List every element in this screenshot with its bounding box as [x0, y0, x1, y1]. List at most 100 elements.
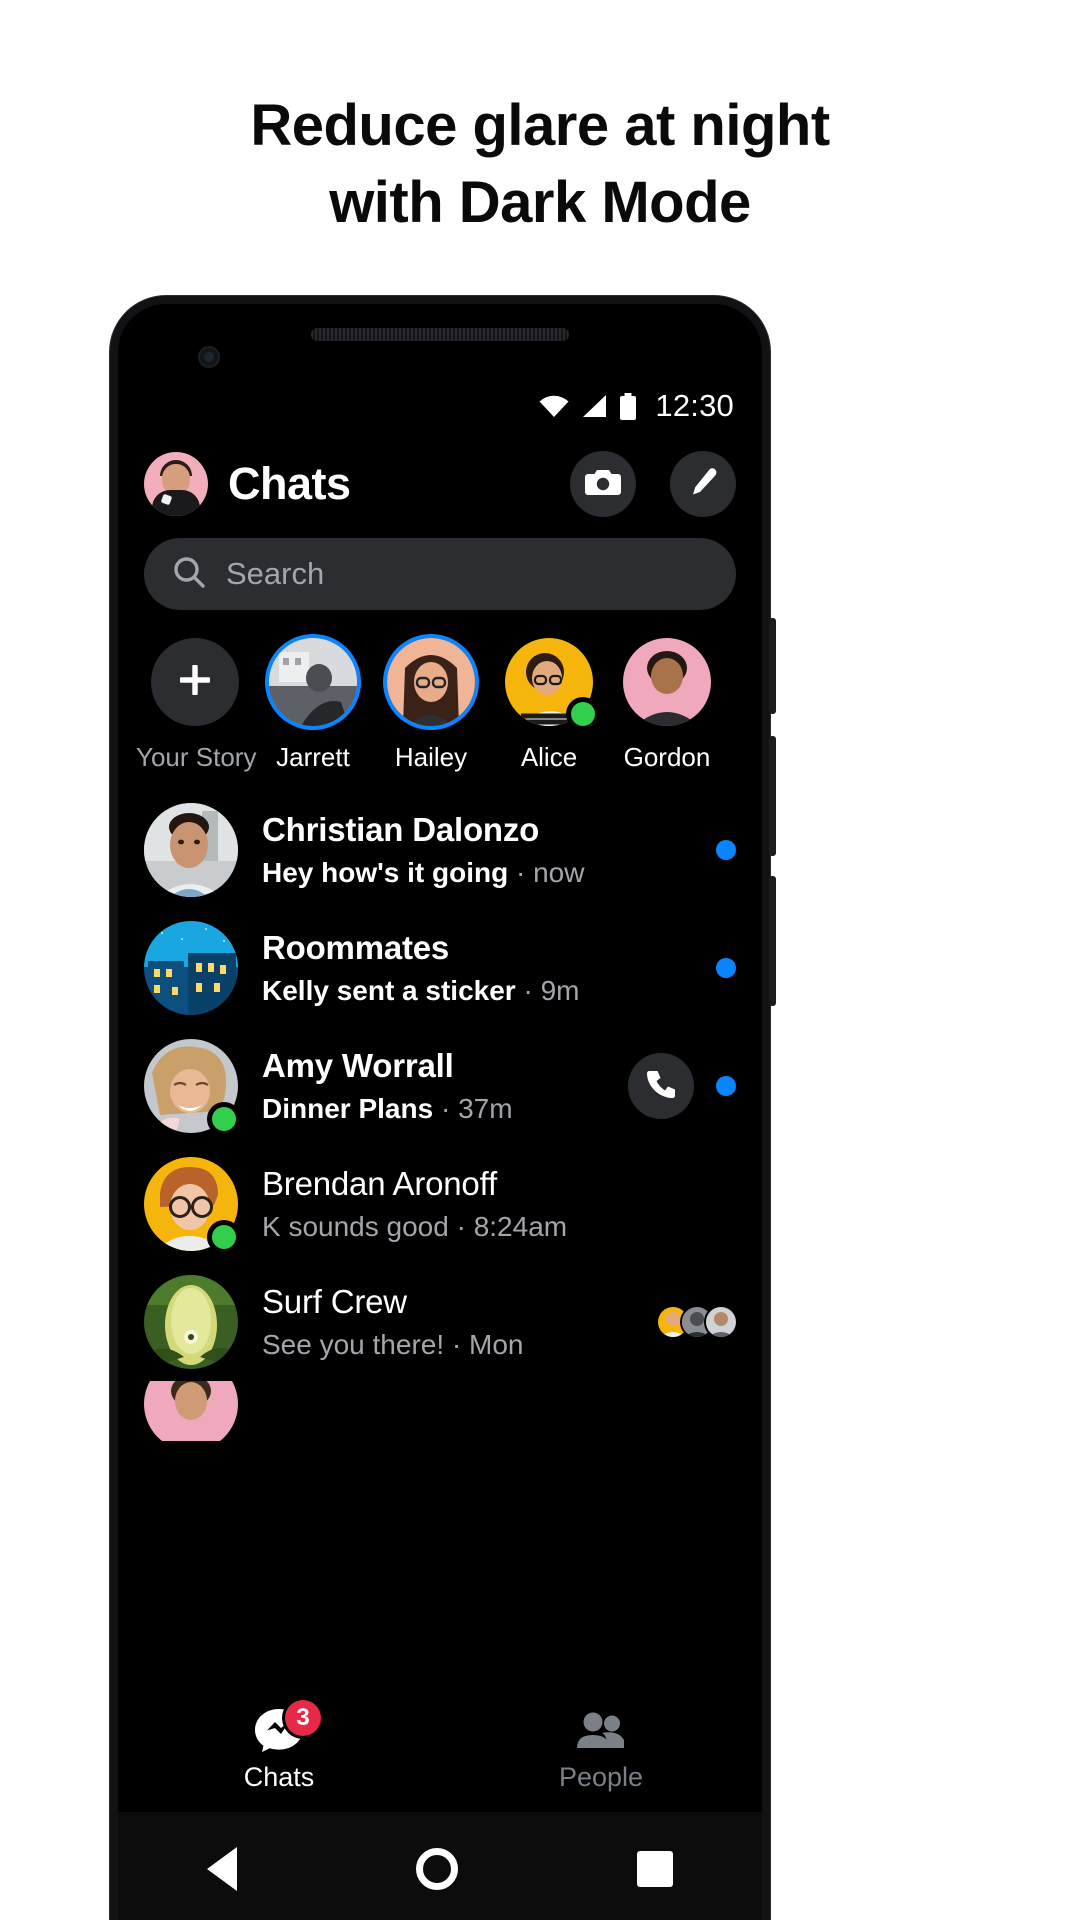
- avatar[interactable]: [144, 1275, 238, 1369]
- chat-separator: ·: [456, 1211, 474, 1242]
- unread-indicator: [716, 958, 736, 978]
- search-placeholder: Search: [226, 556, 325, 591]
- chat-time: Mon: [469, 1329, 524, 1360]
- power-button: [769, 736, 776, 856]
- story-item-jarrett[interactable]: Jarrett: [254, 638, 372, 773]
- chat-row-actions: [716, 840, 736, 860]
- tab-people[interactable]: People: [440, 1704, 762, 1793]
- headline-line-2: with Dark Mode: [329, 169, 751, 235]
- chat-row-actions: [628, 1053, 736, 1119]
- chat-row-actions: [658, 1307, 736, 1337]
- add-story-button[interactable]: [151, 638, 239, 726]
- online-status-dot: [212, 1107, 236, 1131]
- chat-name: Roommates: [262, 929, 450, 966]
- promo-screenshot: Reduce glare at night with Dark Mode 12:…: [0, 0, 1080, 1920]
- chat-list-item[interactable]: Surf Crew See you there! · Mon: [118, 1263, 762, 1381]
- tab-label: Chats: [243, 1762, 315, 1792]
- avatar[interactable]: [144, 1039, 238, 1133]
- chat-list-item[interactable]: [118, 1381, 762, 1441]
- story-avatar[interactable]: [387, 638, 475, 726]
- call-button[interactable]: [628, 1053, 694, 1119]
- seen-avatar: [706, 1307, 736, 1337]
- avatar[interactable]: [144, 803, 238, 897]
- home-circle-icon[interactable]: [415, 1848, 458, 1890]
- story-label: Jarrett: [276, 742, 350, 772]
- story-label: Hailey: [394, 742, 468, 772]
- chat-preview: See you there! · Mon: [262, 1329, 640, 1361]
- chat-text: Amy Worrall Dinner Plans · 37m: [262, 1047, 604, 1125]
- story-item-alice[interactable]: Alice: [490, 638, 608, 773]
- chat-separator: ·: [440, 1093, 459, 1124]
- chat-text: Surf Crew See you there! · Mon: [262, 1283, 640, 1361]
- cellular-signal-icon: [581, 394, 607, 418]
- battery-icon: [619, 392, 637, 420]
- search-input[interactable]: Search: [144, 538, 736, 610]
- chat-preview: K sounds good · 8:24am: [262, 1211, 712, 1243]
- chat-name: Surf Crew: [262, 1283, 407, 1320]
- chat-text: Christian Dalonzo Hey how's it going · n…: [262, 811, 692, 889]
- camera-button[interactable]: [570, 451, 636, 517]
- front-camera-icon: [198, 346, 220, 368]
- stories-row[interactable]: Your Story Jarrett Hailey Alice Gordon: [118, 610, 762, 773]
- chat-list-item[interactable]: Amy Worrall Dinner Plans · 37m: [118, 1027, 762, 1145]
- story-item-hailey[interactable]: Hailey: [372, 638, 490, 773]
- chat-snippet: Hey how's it going: [262, 857, 509, 888]
- status-bar: 12:30: [118, 376, 762, 436]
- chats-badge: 3: [285, 1700, 321, 1736]
- search-icon: [172, 555, 206, 594]
- phone-mockup: 12:30 Chats Search Your Story Jarrett Ha…: [110, 296, 776, 1920]
- plus-icon: [175, 660, 215, 705]
- story-label: Gordon: [623, 742, 711, 772]
- chat-list-item[interactable]: Roommates Kelly sent a sticker · 9m: [118, 909, 762, 1027]
- phone-screen: 12:30 Chats Search Your Story Jarrett Ha…: [118, 376, 762, 1812]
- online-status-dot: [212, 1225, 236, 1249]
- chat-snippet: See you there!: [262, 1329, 445, 1360]
- chat-bubble-icon: 3: [118, 1700, 440, 1756]
- chat-time: 37m: [458, 1093, 513, 1124]
- story-label: Alice: [520, 742, 578, 772]
- app-header: Chats: [118, 436, 762, 532]
- back-triangle-icon[interactable]: [207, 1847, 238, 1891]
- chat-time: 9m: [540, 975, 580, 1006]
- headline-line-1: Reduce glare at night: [250, 93, 830, 158]
- chat-list-item[interactable]: Brendan Aronoff K sounds good · 8:24am: [118, 1145, 762, 1263]
- chat-snippet: Dinner Plans: [262, 1093, 434, 1124]
- avatar[interactable]: [144, 1381, 238, 1441]
- profile-avatar[interactable]: [144, 452, 208, 516]
- search-section: Search: [118, 532, 762, 610]
- volume-button: [769, 618, 776, 714]
- chat-list-item[interactable]: Christian Dalonzo Hey how's it going · n…: [118, 791, 762, 909]
- seen-by-avatars: [658, 1307, 736, 1337]
- tab-chats[interactable]: 3 Chats: [118, 1700, 440, 1793]
- chat-snippet: K sounds good: [262, 1211, 449, 1242]
- online-status-dot: [571, 702, 595, 726]
- story-avatar[interactable]: [623, 638, 711, 726]
- earpiece-speaker: [311, 328, 569, 341]
- chat-preview: Hey how's it going · now: [262, 857, 692, 889]
- app-title: Chats: [228, 458, 351, 509]
- avatar[interactable]: [144, 921, 238, 1015]
- tab-label: People: [558, 1762, 644, 1792]
- story-label: Your Story: [136, 742, 257, 772]
- story-avatar[interactable]: [269, 638, 357, 726]
- bottom-navigation: 3 Chats People: [118, 1684, 762, 1812]
- wifi-icon: [539, 394, 569, 418]
- chat-preview: Kelly sent a sticker · 9m: [262, 975, 692, 1007]
- camera-icon: [585, 467, 621, 502]
- chat-time: 8:24am: [473, 1211, 568, 1242]
- chat-time: now: [533, 857, 585, 888]
- page-title: Reduce glare at night with Dark Mode: [0, 88, 1080, 241]
- compose-button[interactable]: [670, 451, 736, 517]
- story-avatar[interactable]: [505, 638, 595, 726]
- recents-square-icon[interactable]: [636, 1851, 673, 1887]
- story-item-your-story[interactable]: Your Story: [136, 638, 257, 773]
- chat-separator: ·: [516, 857, 534, 888]
- chat-snippet: Kelly sent a sticker: [262, 975, 516, 1006]
- chat-row-actions: [716, 958, 736, 978]
- story-item-gordon[interactable]: Gordon: [608, 638, 726, 773]
- unread-indicator: [716, 1076, 736, 1096]
- avatar[interactable]: [144, 1157, 238, 1251]
- people-icon: [440, 1704, 762, 1756]
- chat-name: Amy Worrall: [262, 1047, 454, 1084]
- status-time: 12:30: [655, 388, 734, 423]
